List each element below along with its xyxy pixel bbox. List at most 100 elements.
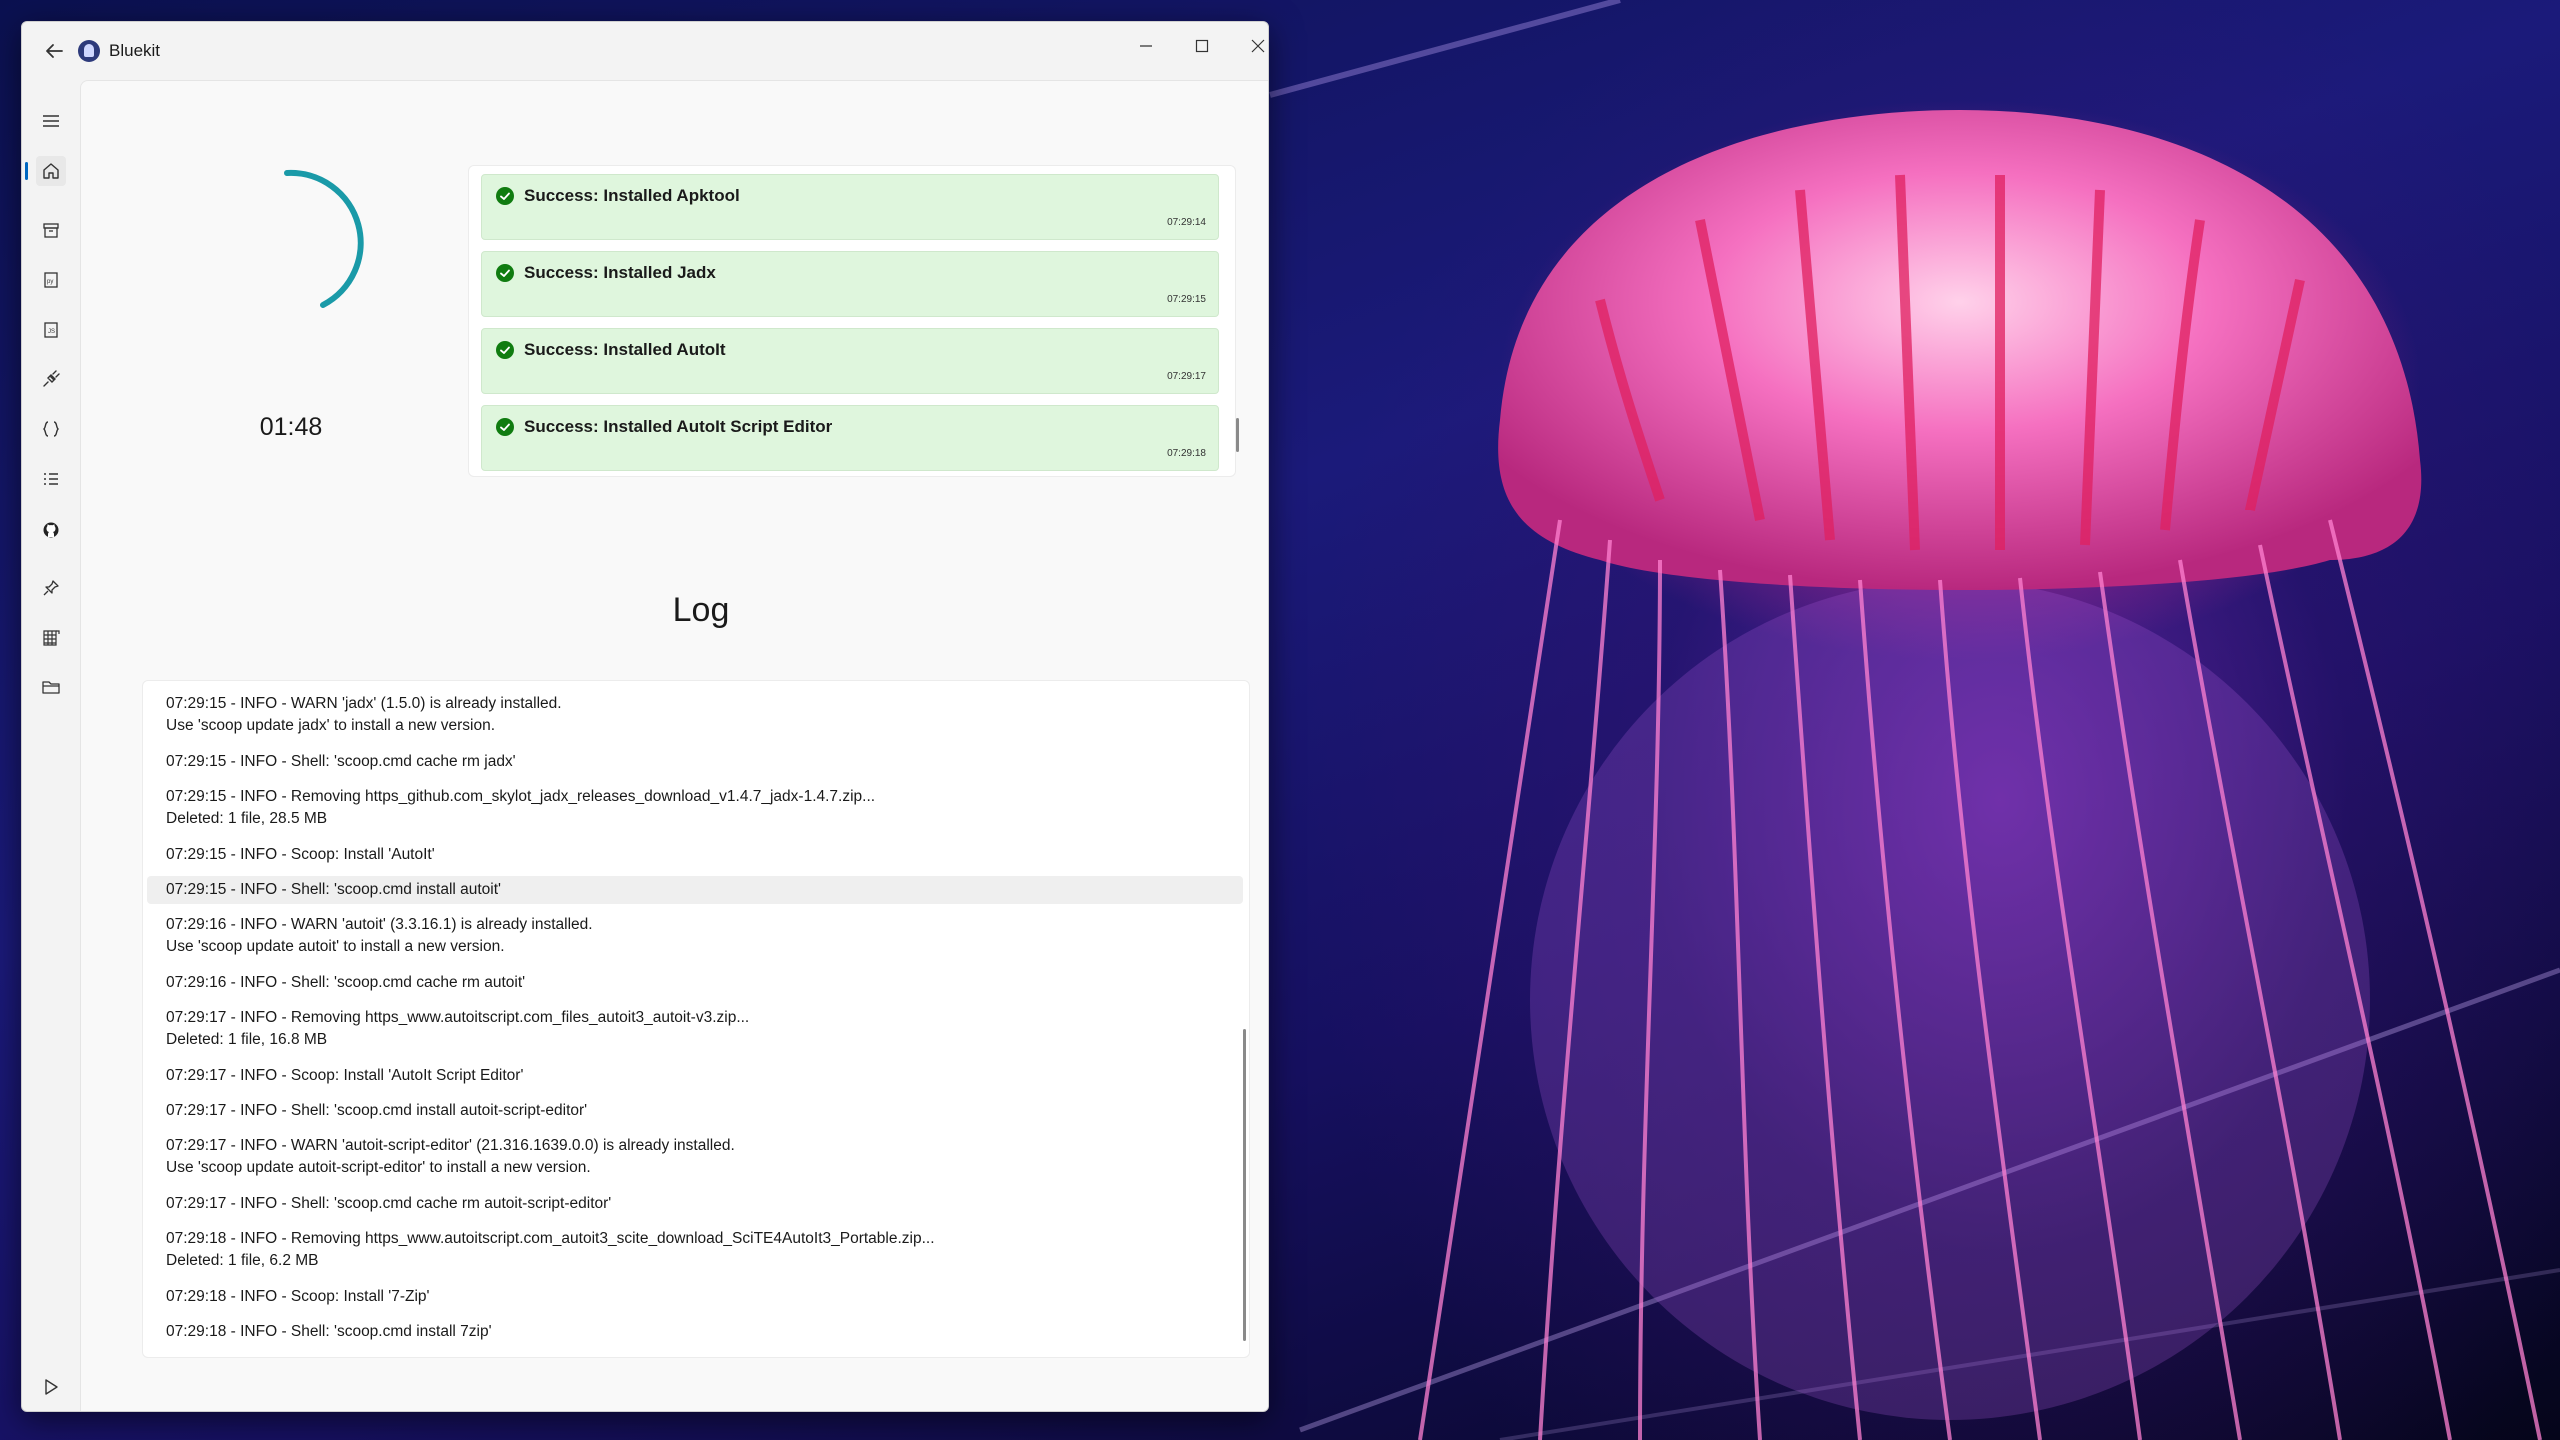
maximize-icon bbox=[1195, 39, 1209, 53]
log-line: 07:29:17 - INFO - WARN 'autoit-script-ed… bbox=[166, 1137, 735, 1154]
nav-menu-button[interactable] bbox=[36, 106, 66, 136]
braces-icon bbox=[43, 421, 59, 437]
main-content: 01:48 Success: Installed Apktool 07:29:1… bbox=[80, 80, 1268, 1411]
svg-text:py: py bbox=[47, 279, 53, 285]
log-line-detail: Use 'scoop update autoit' to install a n… bbox=[166, 938, 505, 955]
log-entry[interactable]: 07:29:16 - INFO - WARN 'autoit' (3.3.16.… bbox=[147, 914, 1243, 958]
log-list: 07:29:15 - INFO - WARN 'jadx' (1.5.0) is… bbox=[142, 680, 1250, 1358]
log-entry-selected[interactable]: 07:29:15 - INFO - Shell: 'scoop.cmd inst… bbox=[147, 876, 1243, 904]
log-line: 07:29:18 - INFO - Scoop: Install '7-Zip' bbox=[166, 1288, 430, 1305]
github-icon bbox=[43, 522, 59, 538]
app-window: Bluekit py JS 01:48 Success: Installed A… bbox=[21, 21, 1269, 1412]
notification-message: Success: Installed AutoIt bbox=[524, 340, 726, 359]
pin-icon bbox=[43, 580, 59, 596]
log-heading: Log bbox=[672, 591, 730, 629]
nav-github[interactable] bbox=[36, 515, 66, 545]
log-line: 07:29:16 - INFO - WARN 'autoit' (3.3.16.… bbox=[166, 916, 593, 933]
log-line: 07:29:17 - INFO - Scoop: Install 'AutoIt… bbox=[166, 1067, 524, 1084]
log-line: 07:29:15 - INFO - Scoop: Install 'AutoIt… bbox=[166, 846, 435, 863]
nav-pin[interactable] bbox=[36, 573, 66, 603]
log-line: 07:29:17 - INFO - Shell: 'scoop.cmd cach… bbox=[166, 1195, 612, 1212]
log-entry[interactable]: 07:29:17 - INFO - Removing https_www.aut… bbox=[147, 1007, 1243, 1051]
navigation-rail: py JS bbox=[22, 80, 80, 1411]
window-title: Bluekit bbox=[109, 41, 161, 60]
nav-javascript[interactable]: JS bbox=[36, 315, 66, 345]
log-line-detail: Use 'scoop update autoit-script-editor' … bbox=[166, 1159, 591, 1176]
back-button[interactable] bbox=[42, 38, 68, 64]
notification-message: Success: Installed Jadx bbox=[524, 263, 716, 282]
nav-tasks[interactable] bbox=[36, 464, 66, 494]
notification-item: Success: Installed AutoIt 07:29:17 bbox=[481, 328, 1219, 394]
success-check-icon bbox=[496, 341, 514, 359]
title-bar: Bluekit bbox=[22, 22, 1268, 80]
success-check-icon bbox=[496, 264, 514, 282]
notification-message: Success: Installed AutoIt Script Editor bbox=[524, 417, 833, 436]
maximize-button[interactable] bbox=[1174, 22, 1230, 70]
notification-item: Success: Installed Apktool 07:29:14 bbox=[481, 174, 1219, 240]
log-entry[interactable]: 07:29:18 - INFO - Removing https_www.aut… bbox=[147, 1228, 1243, 1272]
app-logo-icon bbox=[78, 40, 100, 62]
log-entry[interactable]: 07:29:17 - INFO - Shell: 'scoop.cmd cach… bbox=[147, 1193, 1243, 1215]
log-entry[interactable]: 07:29:18 - INFO - Scoop: Install '7-Zip' bbox=[147, 1286, 1243, 1308]
success-check-icon bbox=[496, 418, 514, 436]
notification-item: Success: Installed AutoIt Script Editor … bbox=[481, 405, 1219, 471]
minimize-icon bbox=[1140, 45, 1152, 47]
minimize-button[interactable] bbox=[1118, 22, 1174, 70]
log-scrollbar[interactable] bbox=[1243, 1029, 1246, 1341]
log-line-detail: Deleted: 1 file, 16.8 MB bbox=[166, 1031, 328, 1048]
play-icon bbox=[45, 1379, 58, 1395]
nav-home[interactable] bbox=[36, 156, 66, 186]
notification-list: Success: Installed Apktool 07:29:14 Succ… bbox=[468, 165, 1236, 477]
log-entry[interactable]: 07:29:15 - INFO - Removing https_github.… bbox=[147, 786, 1243, 830]
notification-scrollbar[interactable] bbox=[1236, 418, 1239, 452]
notification-time: 07:29:18 bbox=[1167, 448, 1206, 459]
folder-icon bbox=[42, 681, 60, 694]
log-line: 07:29:15 - INFO - Shell: 'scoop.cmd cach… bbox=[166, 753, 516, 770]
progress-ring bbox=[284, 169, 364, 308]
close-button[interactable] bbox=[1230, 22, 1268, 70]
notification-time: 07:29:15 bbox=[1167, 294, 1206, 305]
log-line: 07:29:15 - INFO - Shell: 'scoop.cmd inst… bbox=[166, 881, 502, 898]
notification-item: Success: Installed Jadx 07:29:15 bbox=[481, 251, 1219, 317]
notification-time: 07:29:17 bbox=[1167, 371, 1206, 382]
nav-code[interactable] bbox=[36, 414, 66, 444]
store-icon bbox=[43, 223, 59, 238]
svg-text:JS: JS bbox=[48, 329, 55, 335]
log-line: 07:29:18 - INFO - Shell: 'scoop.cmd inst… bbox=[166, 1323, 492, 1340]
python-file-icon: py bbox=[44, 272, 58, 288]
notification-message: Success: Installed Apktool bbox=[524, 186, 740, 205]
log-entry[interactable]: 07:29:16 - INFO - Shell: 'scoop.cmd cach… bbox=[147, 972, 1243, 994]
close-icon bbox=[1251, 39, 1265, 53]
log-line: 07:29:17 - INFO - Removing https_www.aut… bbox=[166, 1009, 750, 1026]
log-line: 07:29:15 - INFO - WARN 'jadx' (1.5.0) is… bbox=[166, 695, 562, 712]
elapsed-timer: 01:48 bbox=[259, 413, 323, 441]
log-line-detail: Use 'scoop update jadx' to install a new… bbox=[166, 717, 496, 734]
nav-apps[interactable] bbox=[36, 623, 66, 653]
log-entry[interactable]: 07:29:18 - INFO - Shell: 'scoop.cmd inst… bbox=[147, 1321, 1243, 1343]
log-line: 07:29:15 - INFO - Removing https_github.… bbox=[166, 788, 876, 805]
active-indicator bbox=[25, 162, 28, 180]
log-entry[interactable]: 07:29:15 - INFO - Shell: 'scoop.cmd cach… bbox=[147, 751, 1243, 773]
javascript-file-icon: JS bbox=[44, 322, 58, 338]
log-entry[interactable]: 07:29:17 - INFO - Scoop: Install 'AutoIt… bbox=[147, 1065, 1243, 1087]
home-icon bbox=[43, 163, 59, 179]
success-check-icon bbox=[496, 187, 514, 205]
nav-tools[interactable] bbox=[36, 364, 66, 394]
apps-grid-icon bbox=[43, 630, 60, 646]
plug-icon bbox=[43, 370, 60, 387]
nav-python[interactable]: py bbox=[36, 265, 66, 295]
log-line: 07:29:17 - INFO - Shell: 'scoop.cmd inst… bbox=[166, 1102, 588, 1119]
log-entry[interactable]: 07:29:15 - INFO - Scoop: Install 'AutoIt… bbox=[147, 844, 1243, 866]
log-line-detail: Deleted: 1 file, 6.2 MB bbox=[166, 1252, 319, 1269]
log-entry[interactable]: 07:29:15 - INFO - WARN 'jadx' (1.5.0) is… bbox=[147, 693, 1243, 737]
run-button[interactable] bbox=[36, 1372, 66, 1402]
log-line: 07:29:18 - INFO - Removing https_www.aut… bbox=[166, 1230, 935, 1247]
log-entry[interactable]: 07:29:17 - INFO - Shell: 'scoop.cmd inst… bbox=[147, 1100, 1243, 1122]
log-entry[interactable]: 07:29:17 - INFO - WARN 'autoit-script-ed… bbox=[147, 1135, 1243, 1179]
log-line: 07:29:16 - INFO - Shell: 'scoop.cmd cach… bbox=[166, 974, 526, 991]
nav-store[interactable] bbox=[36, 215, 66, 245]
checklist-icon bbox=[44, 473, 58, 485]
hamburger-icon bbox=[43, 115, 59, 127]
log-line-detail: Deleted: 1 file, 28.5 MB bbox=[166, 810, 328, 827]
nav-folder[interactable] bbox=[36, 672, 66, 702]
